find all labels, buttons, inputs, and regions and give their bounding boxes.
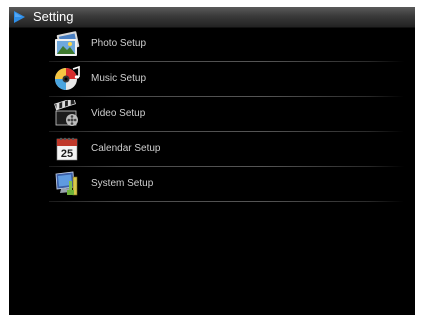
- title-bar: Setting: [9, 7, 415, 28]
- menu-item-label: Photo Setup: [91, 38, 147, 49]
- play-arrow-icon: [14, 11, 25, 23]
- video-clapper-icon: [54, 100, 78, 126]
- calendar-icon: 25: [56, 137, 78, 161]
- photo-icon: [55, 31, 80, 56]
- setting-screen: Setting Photo Setup Music Setup Video Se…: [9, 7, 415, 315]
- menu-item-label: Music Setup: [91, 73, 147, 84]
- menu-item-calendar-setup[interactable]: 25 Calendar Setup: [9, 132, 415, 167]
- computer-monitor-icon: [55, 171, 78, 196]
- page-title: Setting: [33, 9, 74, 24]
- menu-item-system-setup[interactable]: System Setup: [9, 167, 415, 202]
- calendar-icon-day: 25: [61, 148, 73, 160]
- menu-item-label: Video Setup: [91, 108, 146, 119]
- music-cd-icon: [55, 65, 80, 90]
- menu-item-video-setup[interactable]: Video Setup: [9, 97, 415, 132]
- menu-item-music-setup[interactable]: Music Setup: [9, 62, 415, 97]
- divider: [49, 201, 404, 202]
- menu-item-label: System Setup: [91, 178, 154, 189]
- menu-item-label: Calendar Setup: [91, 143, 161, 154]
- menu-item-photo-setup[interactable]: Photo Setup: [9, 27, 415, 62]
